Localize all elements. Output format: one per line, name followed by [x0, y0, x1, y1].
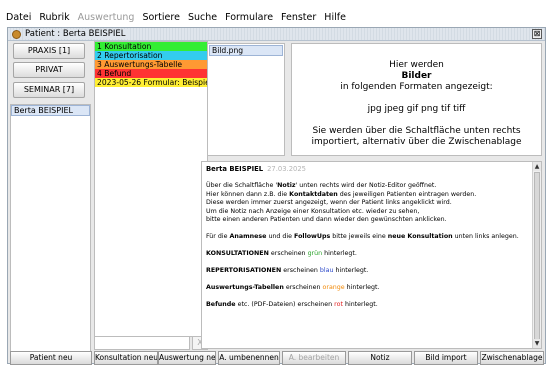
scroll-up-icon[interactable]: ▲: [533, 162, 541, 171]
note-colored-segment: blau: [319, 267, 334, 274]
zwischenablage-button[interactable]: Zwischenablage: [480, 351, 544, 365]
menu-rubrik[interactable]: Rubrik: [39, 12, 69, 23]
note-paragraph: Auswertungs-Tabellen erscheinen orange h…: [206, 284, 532, 293]
list-item[interactable]: 3 Auswertungs-Tabelle: [95, 60, 207, 69]
note-panel[interactable]: Berta BEISPIEL 27.03.2025 Über die Schalt…: [201, 161, 542, 349]
note-colored-segment: orange: [322, 284, 345, 291]
button-bar: Patient neu Konsultation neu Auswertung …: [8, 351, 547, 365]
note-text-segment: und die: [266, 233, 295, 240]
note-bold-segment: Befunde: [206, 301, 236, 308]
note-bold-segment: Anamnese: [229, 233, 267, 240]
note-bold-segment: Auswertungs-Tabellen: [206, 284, 284, 291]
menu-datei[interactable]: Datei: [6, 12, 31, 23]
image-panel-line: Sie werden über die Schaltfläche unten r…: [312, 126, 521, 136]
note-line: Diese werden immer zuerst angezeigt, wen…: [206, 199, 532, 208]
note-paragraph: KONSULTATIONEN erscheinen grün hinterleg…: [206, 250, 532, 259]
notiz-button[interactable]: Notiz: [348, 351, 412, 365]
note-line: Hier können dann z.B. die Kontaktdaten d…: [206, 191, 532, 200]
bearbeiten-button: A. bearbeiten: [282, 351, 346, 365]
menu-suche[interactable]: Suche: [188, 12, 217, 23]
konsultation-neu-button[interactable]: Konsultation neu: [94, 351, 158, 365]
note-line: bitte einen anderen Patienten und dann w…: [206, 216, 532, 225]
auswertung-neu-button[interactable]: Auswertung neu: [158, 351, 216, 365]
note-colored-segment: rot: [334, 301, 343, 308]
umbenennen-button[interactable]: A. umbenennen: [218, 351, 280, 365]
patient-window: Patient : Berta BEISPIEL ⊠ PRAXIS [1] PR…: [7, 27, 547, 365]
image-panel-line: Hier werden: [389, 60, 444, 70]
file-list: Bild.png: [207, 43, 285, 156]
privat-button[interactable]: PRIVAT: [13, 62, 85, 78]
close-icon[interactable]: ⊠: [532, 29, 542, 39]
note-line: Um die Notiz nach Anzeige einer Konsulta…: [206, 208, 532, 217]
note-bold-segment: Notiz: [277, 182, 296, 189]
note-text-segment: etc. (PDF-Dateien) erscheinen: [235, 301, 335, 308]
note-paragraph: REPERTORISATIONEN erscheinen blau hinter…: [206, 267, 532, 276]
note-bold-segment: FollowUps: [294, 233, 331, 240]
note-text-segment: ' unten rechts wird der Notiz-Editor geö…: [295, 182, 437, 189]
note-patient-name: Berta BEISPIEL: [206, 165, 264, 173]
scroll-down-icon[interactable]: ▼: [533, 339, 541, 348]
scrollbar-thumb[interactable]: [534, 172, 540, 340]
app-icon: [12, 29, 21, 39]
note-text-segment: Um die Notiz nach Anzeige einer Konsulta…: [206, 207, 420, 215]
note-text-segment: hinterlegt.: [342, 301, 378, 308]
patient-neu-button[interactable]: Patient neu: [10, 351, 92, 365]
note-colored-segment: grün: [307, 250, 323, 257]
note-header: Berta BEISPIEL 27.03.2025: [206, 165, 532, 174]
note-text-segment: Für die: [206, 233, 230, 240]
menu-fenster[interactable]: Fenster: [281, 12, 316, 23]
menu-formulare[interactable]: Formulare: [225, 12, 273, 23]
window-title: Patient : Berta BEISPIEL: [25, 29, 130, 39]
list-item[interactable]: 4 Befund: [95, 69, 207, 78]
note-text-segment: unten links anlegen.: [452, 233, 519, 240]
note-paragraph: Befunde etc. (PDF-Dateien) erscheinen ro…: [206, 301, 532, 310]
image-formats: jpg jpeg gif png tif tiff: [367, 104, 466, 114]
note-bold-segment: Kontaktdaten: [289, 190, 338, 198]
left-column: PRAXIS [1] PRIVAT SEMINAR [7] Berta BEIS…: [10, 43, 91, 358]
image-panel-line: importiert, alternativ über die Zwischen…: [311, 137, 522, 147]
note-text-segment: erscheinen: [281, 267, 320, 274]
note-text-segment: erscheinen: [283, 284, 323, 291]
list-item[interactable]: 2023-05-26 Formular: Beispiel: [95, 78, 207, 87]
menu-auswertung: Auswertung: [77, 12, 135, 23]
note-paragraph: Für die Anamnese und die FollowUps bitte…: [206, 233, 532, 242]
note-bold-segment: REPERTORISATIONEN: [206, 267, 282, 274]
note-text-segment: erscheinen: [268, 250, 308, 257]
note-paragraph: Über die Schaltfläche 'Notiz' unten rech…: [206, 182, 532, 225]
list-item[interactable]: Berta BEISPIEL: [11, 105, 90, 116]
window-titlebar[interactable]: Patient : Berta BEISPIEL ⊠: [8, 28, 545, 41]
list-item[interactable]: Bild.png: [209, 45, 283, 56]
image-preview-panel: Hier werden Bilder in folgenden Formaten…: [291, 43, 542, 156]
note-bold-segment: neue Konsultation: [387, 233, 453, 240]
note-text-segment: hinterlegt.: [344, 284, 380, 291]
note-text-segment: Über die Schaltfläche ': [206, 182, 278, 189]
bild-import-button[interactable]: Bild import: [414, 351, 478, 365]
note-text-segment: Hier können dann z.B. die: [206, 190, 290, 198]
note-text-segment: bitte einen anderen Patienten und dann w…: [206, 216, 447, 223]
seminar-button[interactable]: SEMINAR [7]: [13, 82, 85, 98]
search-input[interactable]: [94, 336, 190, 350]
patient-list: Berta BEISPIEL: [10, 104, 91, 358]
note-text-segment: hinterlegt.: [333, 267, 369, 274]
list-item[interactable]: 1 Konsultation: [95, 42, 207, 51]
list-item[interactable]: 2 Repertorisation: [95, 51, 207, 60]
note-text-segment: des jeweiligen Patienten eintragen werde…: [337, 190, 477, 198]
image-panel-heading: Bilder: [401, 71, 432, 81]
note-text-segment: Diese werden immer zuerst angezeigt, wen…: [206, 199, 452, 206]
note-line: Über die Schaltfläche 'Notiz' unten rech…: [206, 182, 532, 191]
konsultation-list: 1 Konsultation 2 Repertorisation 3 Auswe…: [94, 41, 208, 337]
praxis-button[interactable]: PRAXIS [1]: [13, 43, 85, 59]
note-bold-segment: KONSULTATIONEN: [206, 250, 269, 257]
menu-sortiere[interactable]: Sortiere: [142, 12, 180, 23]
image-panel-line: in folgenden Formaten angezeigt:: [340, 82, 493, 92]
note-scrollbar[interactable]: ▲ ▼: [532, 162, 541, 348]
menu-hilfe[interactable]: Hilfe: [324, 12, 346, 23]
note-text-segment: hinterlegt.: [322, 250, 357, 257]
note-date: 27.03.2025: [267, 165, 306, 173]
note-text-segment: bitte jeweils eine: [330, 233, 388, 240]
note-text: Berta BEISPIEL 27.03.2025 Über die Schalt…: [206, 165, 532, 310]
menu-bar: Datei Rubrik Auswertung Sortiere Suche F…: [0, 0, 547, 28]
